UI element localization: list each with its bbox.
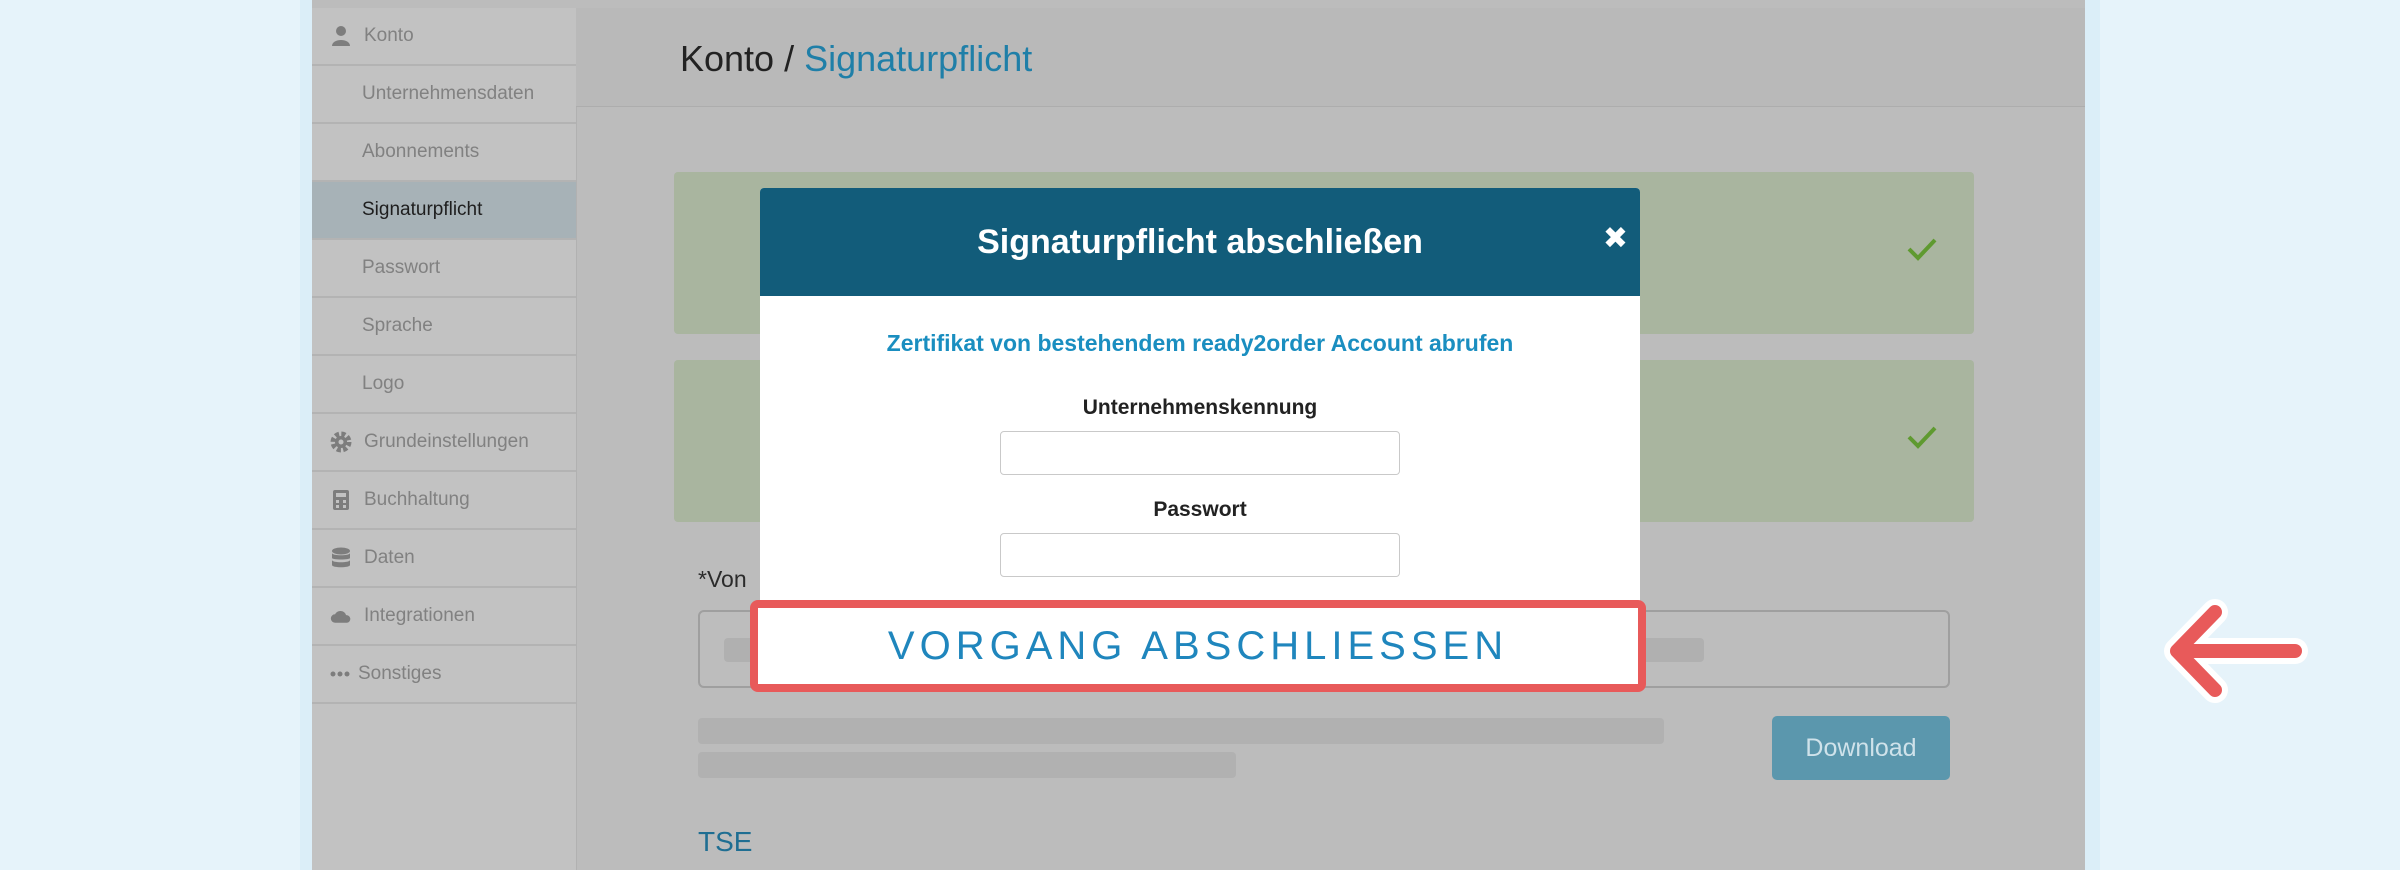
tse-heading: TSE [698, 826, 753, 857]
calculator-icon [330, 489, 352, 511]
sidebar-item-abonnements[interactable]: Abonnements [312, 124, 576, 182]
sidebar-item-logo[interactable]: Logo [312, 356, 576, 414]
complete-process-button[interactable]: VORGANG ABSCHLIESSEN [750, 600, 1646, 692]
gear-icon [330, 431, 352, 453]
placeholder-line [698, 752, 1236, 778]
sidebar-item-label: Unternehmensdaten [362, 83, 535, 104]
breadcrumb-current: Signaturpflicht [804, 38, 1033, 79]
breadcrumb: Konto / Signaturpflicht [680, 38, 1032, 80]
sidebar-item-unternehmensdaten[interactable]: Unternehmensdaten [312, 66, 576, 124]
sidebar-item-sonstiges[interactable]: Sonstiges [312, 646, 576, 704]
more-dots-icon [330, 663, 350, 685]
sidebar-item-label: Konto [364, 25, 414, 46]
company-id-label: Unternehmenskennung [1082, 396, 1318, 419]
sidebar-item-label: Daten [364, 547, 415, 568]
modal-subtitle: Zertifikat von bestehendem ready2order A… [886, 330, 1514, 356]
check-icon [1907, 426, 1937, 449]
sidebar-item-label: Sprache [362, 315, 433, 336]
company-id-input[interactable] [1000, 431, 1400, 475]
sidebar-item-label: Abonnements [362, 141, 480, 162]
sidebar-item-label: Grundeinstellungen [364, 431, 529, 452]
sidebar-item-integrationen[interactable]: Integrationen [312, 588, 576, 646]
sidebar-item-passwort[interactable]: Passwort [312, 240, 576, 298]
sidebar-item-label: Logo [362, 373, 405, 394]
modal-title: Signaturpflicht abschließen [977, 223, 1423, 261]
sidebar-item-grundeinstellungen[interactable]: Grundeinstellungen [312, 414, 576, 472]
breadcrumb-separator: / [774, 38, 805, 79]
cloud-icon [330, 605, 352, 627]
user-icon [330, 25, 352, 47]
sidebar-item-konto[interactable]: Konto [312, 8, 576, 66]
sidebar: Konto Unternehmensdaten Abonnements Sign… [312, 8, 577, 870]
password-input[interactable] [1000, 533, 1400, 577]
database-icon [330, 547, 352, 569]
sidebar-item-label: Integrationen [364, 605, 475, 626]
sidebar-item-label: Passwort [362, 257, 441, 278]
placeholder-line [698, 718, 1664, 744]
download-button[interactable]: Download [1772, 716, 1950, 780]
sidebar-item-label: Sonstiges [358, 663, 442, 684]
password-label: Passwort [1153, 498, 1247, 521]
von-label: *Von [698, 566, 747, 592]
modal-header: Signaturpflicht abschließen ✖ [760, 188, 1640, 296]
check-icon [1907, 238, 1937, 261]
sidebar-item-label: Buchhaltung [364, 489, 470, 510]
page-header: Konto / Signaturpflicht [576, 8, 2085, 107]
sidebar-item-buchhaltung[interactable]: Buchhaltung [312, 472, 576, 530]
close-icon[interactable]: ✖ [1603, 224, 1628, 254]
sidebar-item-sprache[interactable]: Sprache [312, 298, 576, 356]
breadcrumb-parent[interactable]: Konto [680, 38, 774, 79]
sidebar-item-daten[interactable]: Daten [312, 530, 576, 588]
sidebar-item-signaturpflicht[interactable]: Signaturpflicht [312, 182, 576, 240]
arrow-left-icon [2164, 599, 2308, 703]
sidebar-item-label: Signaturpflicht [362, 199, 483, 220]
